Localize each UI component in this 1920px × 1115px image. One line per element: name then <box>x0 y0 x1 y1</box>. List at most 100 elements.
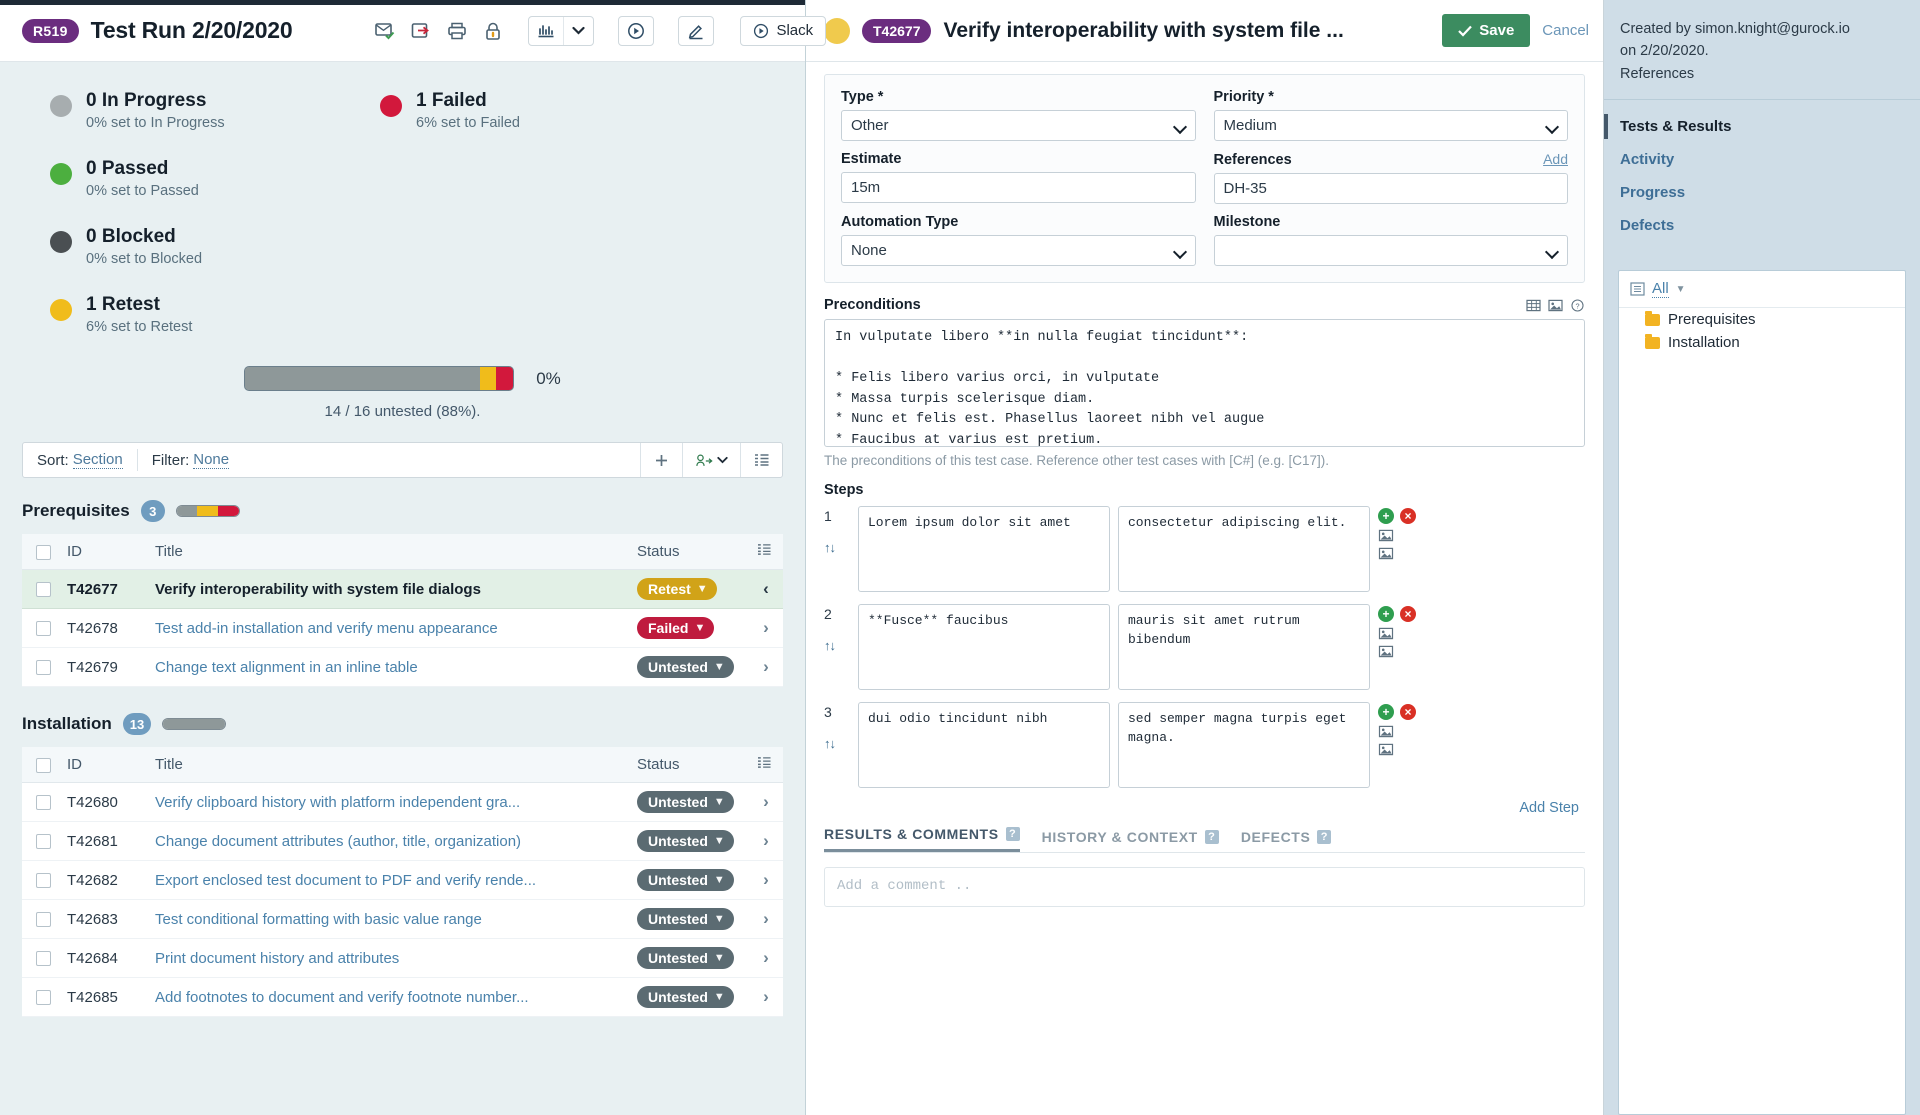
step-reorder-handle[interactable]: ↑↓ <box>824 736 850 751</box>
row-title[interactable]: Verify interoperability with system file… <box>147 569 629 609</box>
row-checkbox[interactable] <box>36 582 51 598</box>
row-expand-arrow[interactable]: › <box>763 870 769 889</box>
tab-defects[interactable]: DEFECTS ? <box>1241 829 1332 852</box>
automation-select[interactable]: None <box>841 235 1196 266</box>
add-step-icon[interactable]: + <box>1378 508 1394 524</box>
step-expected-input[interactable]: sed semper magna turpis eget magna. <box>1118 702 1370 788</box>
row-expand-arrow[interactable]: › <box>763 657 769 676</box>
row-checkbox[interactable] <box>36 873 51 889</box>
print-icon[interactable] <box>446 20 468 42</box>
row-expand-arrow[interactable]: › <box>763 831 769 850</box>
save-button[interactable]: Save <box>1442 14 1531 47</box>
pencil-icon[interactable] <box>679 17 713 45</box>
chevron-down-icon[interactable] <box>564 17 593 45</box>
sidebar-item-activity[interactable]: Activity <box>1604 143 1920 176</box>
row-title[interactable]: Verify clipboard history with platform i… <box>147 782 629 822</box>
row-collapse-arrow[interactable]: ‹ <box>763 579 769 598</box>
status-badge[interactable]: Retest ▼ <box>637 578 717 600</box>
sidebar-item-progress[interactable]: Progress <box>1604 176 1920 209</box>
add-step-link[interactable]: Add Step <box>824 800 1579 816</box>
comment-input[interactable]: Add a comment .. <box>824 867 1585 907</box>
row-title[interactable]: Test conditional formatting with basic v… <box>147 899 629 939</box>
help-icon[interactable]: ? <box>1317 830 1332 844</box>
table-row[interactable]: T42685 Add footnotes to document and ver… <box>22 977 783 1017</box>
help-icon[interactable]: ? <box>1570 298 1585 312</box>
step-expected-input[interactable]: consectetur adipiscing elit. <box>1118 506 1370 592</box>
add-test-button[interactable] <box>640 443 682 477</box>
table-row[interactable]: T42680 Verify clipboard history with pla… <box>22 782 783 822</box>
references-add-link[interactable]: Add <box>1543 151 1568 167</box>
filter-value[interactable]: None <box>193 451 230 469</box>
image-insert-icon[interactable] <box>1378 743 1394 756</box>
image-insert-icon[interactable] <box>1378 627 1394 640</box>
columns-button[interactable] <box>740 443 782 477</box>
tree-item-prerequisites[interactable]: Prerequisites <box>1619 308 1905 331</box>
table-row[interactable]: T42682 Export enclosed test document to … <box>22 860 783 900</box>
status-badge[interactable]: Untested ▼ <box>637 947 734 969</box>
slack-button[interactable]: Slack <box>740 15 827 46</box>
help-icon[interactable]: ? <box>1005 827 1020 841</box>
edit-button-group[interactable] <box>678 15 715 46</box>
tree-item-installation[interactable]: Installation <box>1619 331 1905 354</box>
sidebar-item-tests-results[interactable]: Tests & Results <box>1604 110 1920 143</box>
row-title[interactable]: Print document history and attributes <box>147 938 629 978</box>
assign-button[interactable] <box>682 443 740 477</box>
status-badge[interactable]: Failed ▼ <box>637 617 715 639</box>
row-title[interactable]: Change text alignment in an inline table <box>147 647 629 687</box>
step-description-input[interactable]: **Fusce** faucibus <box>858 604 1110 690</box>
row-expand-arrow[interactable]: › <box>763 948 769 967</box>
row-checkbox[interactable] <box>36 990 51 1006</box>
status-badge[interactable]: Untested ▼ <box>637 908 734 930</box>
row-expand-arrow[interactable]: › <box>763 618 769 637</box>
image-insert-icon[interactable] <box>1378 547 1394 560</box>
preconditions-textarea[interactable]: In vulputate libero **in nulla feugiat t… <box>824 319 1585 447</box>
row-expand-arrow[interactable]: › <box>763 987 769 1006</box>
play-icon[interactable] <box>619 17 653 45</box>
step-description-input[interactable]: Lorem ipsum dolor sit amet <box>858 506 1110 592</box>
cancel-link[interactable]: Cancel <box>1542 22 1589 39</box>
image-insert-icon[interactable] <box>1378 725 1394 738</box>
run-button-group[interactable] <box>618 15 655 46</box>
image-insert-icon[interactable] <box>1548 299 1563 312</box>
table-insert-icon[interactable] <box>1526 299 1541 312</box>
table-row[interactable]: T42681 Change document attributes (autho… <box>22 821 783 861</box>
row-checkbox[interactable] <box>36 795 51 811</box>
row-title[interactable]: Add footnotes to document and verify foo… <box>147 977 629 1017</box>
row-expand-arrow[interactable]: › <box>763 909 769 928</box>
row-checkbox[interactable] <box>36 621 51 637</box>
step-reorder-handle[interactable]: ↑↓ <box>824 638 850 653</box>
table-row[interactable]: T42683 Test conditional formatting with … <box>22 899 783 939</box>
add-step-icon[interactable]: + <box>1378 704 1394 720</box>
step-description-input[interactable]: dui odio tincidunt nibh <box>858 702 1110 788</box>
milestone-select[interactable] <box>1213 235 1568 266</box>
table-row[interactable]: T42684 Print document history and attrib… <box>22 938 783 978</box>
status-badge[interactable]: Untested ▼ <box>637 869 734 891</box>
status-badge[interactable]: Untested ▼ <box>637 830 734 852</box>
sidebar-item-defects[interactable]: Defects <box>1604 209 1920 242</box>
tree-header[interactable]: All ▼ <box>1619 271 1905 309</box>
delete-step-icon[interactable]: × <box>1400 704 1416 720</box>
step-reorder-handle[interactable]: ↑↓ <box>824 540 850 555</box>
row-checkbox[interactable] <box>36 834 51 850</box>
status-badge[interactable]: Untested ▼ <box>637 986 734 1008</box>
table-row[interactable]: T42678 Test add-in installation and veri… <box>22 608 783 648</box>
chart-dropdown-group[interactable] <box>528 15 595 46</box>
chevron-down-icon[interactable]: ▼ <box>1676 284 1686 295</box>
chart-icon[interactable] <box>529 16 565 45</box>
lock-icon[interactable] <box>482 20 504 42</box>
select-all-checkbox[interactable] <box>36 757 51 773</box>
row-title[interactable]: Test add-in installation and verify menu… <box>147 608 629 648</box>
select-all-checkbox[interactable] <box>36 544 51 560</box>
status-badge[interactable]: Untested ▼ <box>637 656 734 678</box>
row-title[interactable]: Export enclosed test document to PDF and… <box>147 860 629 900</box>
row-checkbox[interactable] <box>36 660 51 676</box>
references-input[interactable] <box>1213 173 1568 204</box>
email-icon[interactable] <box>374 20 396 42</box>
image-insert-icon[interactable] <box>1378 645 1394 658</box>
estimate-input[interactable] <box>841 172 1196 203</box>
help-icon[interactable]: ? <box>1204 830 1219 844</box>
tree-root-label[interactable]: All <box>1652 280 1669 299</box>
type-select[interactable]: Other <box>841 110 1196 141</box>
tab-results-comments[interactable]: RESULTS & COMMENTS ? <box>824 826 1020 852</box>
priority-select[interactable]: Medium <box>1213 110 1568 141</box>
